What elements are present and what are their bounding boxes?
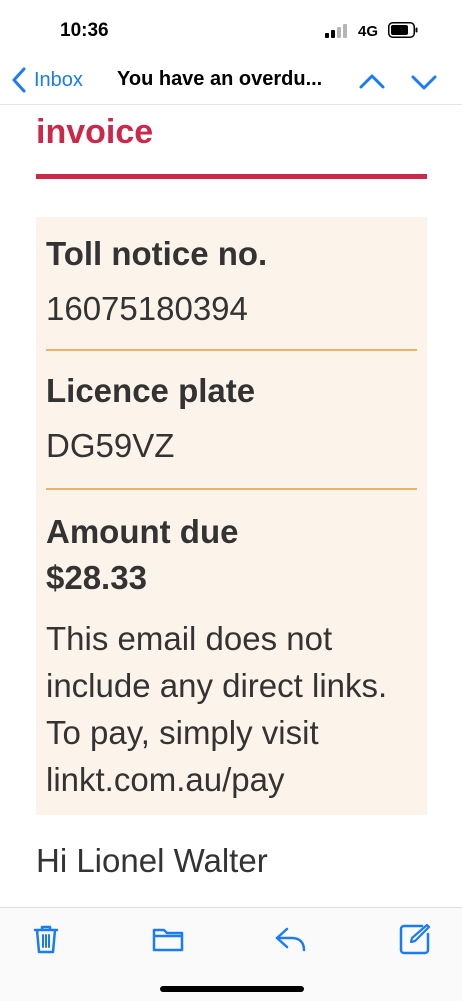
toll-notice-value: 16075180394 [46, 290, 248, 327]
greeting-text: Hi Lionel Walter [36, 842, 268, 879]
back-label: Inbox [34, 68, 83, 91]
chevron-up-icon[interactable] [358, 68, 386, 96]
licence-plate-label: Licence plate [46, 372, 256, 409]
field-divider [46, 349, 417, 351]
heading-divider [36, 174, 427, 179]
email-body[interactable]: invoice Toll notice no. 16075180394 Lice… [0, 105, 462, 907]
battery-icon [388, 22, 418, 38]
chevron-left-icon [12, 67, 26, 93]
network-type: 4G [358, 23, 379, 40]
compose-icon[interactable] [398, 922, 432, 956]
reply-icon[interactable] [274, 922, 308, 956]
amount-due-label: Amount due [46, 513, 239, 550]
folder-icon[interactable] [151, 922, 185, 956]
invoice-details-panel: Toll notice no. 16075180394 Licence plat… [36, 217, 427, 815]
back-to-inbox-button[interactable]: Inbox [10, 66, 83, 94]
field-divider [46, 488, 417, 490]
email-heading: invoice [36, 113, 154, 151]
signal-icon [325, 24, 351, 38]
chevron-down-icon[interactable] [410, 68, 438, 96]
nav-bar: Inbox You have an overdu... [0, 60, 462, 105]
email-subject: You have an overdu... [117, 68, 323, 90]
status-time: 10:36 [60, 20, 109, 41]
status-bar: 10:36 4G [0, 0, 462, 60]
toll-notice-label: Toll notice no. [46, 235, 268, 272]
licence-plate-value: DG59VZ [46, 427, 175, 464]
home-indicator[interactable] [160, 986, 304, 992]
amount-due-value: $28.33 [46, 559, 147, 596]
payment-note: This email does not include any direct l… [46, 620, 388, 798]
trash-icon[interactable] [29, 922, 63, 956]
